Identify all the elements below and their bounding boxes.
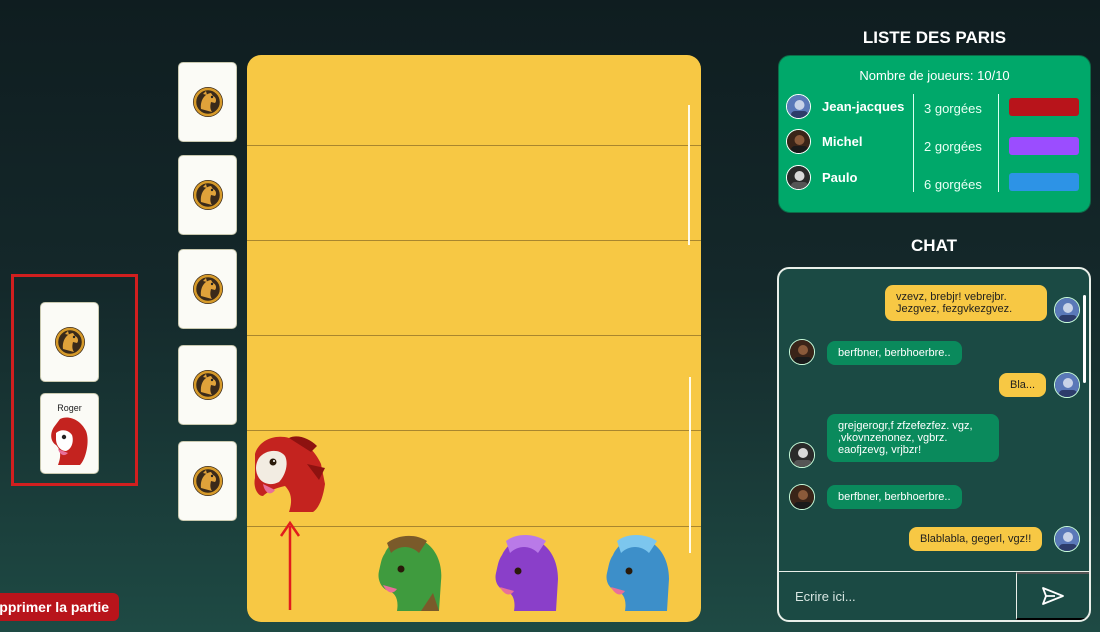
horse-emblem-icon <box>53 325 86 359</box>
players-count: Nombre de joueurs: 10/10 <box>859 68 1010 83</box>
bets-panel: Nombre de joueurs: 10/10 Jean-jacques 3 … <box>778 55 1091 213</box>
bet-row: Michel 2 gorgées <box>779 129 1092 157</box>
chat-message-other: berfbner, berbhoerbre.. <box>827 485 962 509</box>
lane-divider <box>247 240 701 241</box>
horse-emblem-icon <box>191 272 224 306</box>
deck-card-roger[interactable]: Roger <box>40 393 99 474</box>
red-horse-icon <box>50 417 88 465</box>
lane-card-5[interactable] <box>178 441 237 521</box>
lane-card-1[interactable] <box>178 62 237 142</box>
chat-message-mine: Blablabla, gegerl, vgz!! <box>909 527 1043 551</box>
message-line: ,vkovnzenonez, vgbrz. <box>838 432 948 444</box>
avatar <box>1054 372 1080 398</box>
chat-input[interactable] <box>779 572 1016 620</box>
track-marker <box>688 105 690 245</box>
chat-message-other: grejgerogr,f zfzefezfez. vgz, ,vkovnzeno… <box>827 414 999 462</box>
lane-divider <box>247 335 701 336</box>
horse-emblem-icon <box>191 464 224 498</box>
green-horse-token[interactable] <box>375 533 451 613</box>
lane-divider <box>247 145 701 146</box>
message-line: Jezgvez, fezgvkezgvez. <box>896 303 1013 315</box>
deck-card-back[interactable] <box>40 302 99 382</box>
lane-divider <box>247 526 701 527</box>
horse-emblem-icon <box>191 85 224 119</box>
lane-divider <box>247 430 701 431</box>
arrow-up-icon <box>279 520 301 610</box>
bet-sips: 3 gorgées <box>924 101 982 116</box>
lane-card-3[interactable] <box>178 249 237 329</box>
bet-color-swatch <box>1009 98 1079 116</box>
purple-horse-token[interactable] <box>492 533 568 613</box>
avatar <box>789 442 815 468</box>
chat-input-row <box>779 571 1089 620</box>
delete-game-button[interactable]: pprimer la partie <box>0 593 119 621</box>
horse-emblem-icon <box>191 368 224 402</box>
horse-emblem-icon <box>191 178 224 212</box>
bet-row: Jean-jacques 3 gorgées <box>779 94 1092 122</box>
chat-title: CHAT <box>911 236 957 255</box>
track-marker <box>689 377 691 553</box>
avatar <box>1054 297 1080 323</box>
lane-card-4[interactable] <box>178 345 237 425</box>
avatar <box>786 94 811 119</box>
avatar <box>786 165 811 190</box>
chat-panel: vzevz, brebjr! vebrejbr. Jezgvez, fezgvk… <box>777 267 1091 622</box>
bet-sips: 2 gorgées <box>924 139 982 154</box>
send-button[interactable] <box>1016 572 1089 620</box>
blue-horse-token[interactable] <box>603 533 679 613</box>
bet-player-name: Michel <box>822 134 863 149</box>
bet-sips: 6 gorgées <box>924 177 982 192</box>
message-line: eaofjzevg, vrjbzr! <box>838 444 922 456</box>
lane-card-2[interactable] <box>178 155 237 235</box>
bet-row: Paulo 6 gorgées <box>779 165 1092 193</box>
chat-scrollbar[interactable] <box>1083 295 1086 383</box>
card-name: Roger <box>57 403 82 413</box>
avatar <box>789 484 815 510</box>
message-line: vzevz, brebjr! vebrejbr. <box>896 291 1007 303</box>
red-horse-token[interactable] <box>249 434 331 514</box>
bets-title: LISTE DES PARIS <box>862 28 1007 47</box>
bet-color-swatch <box>1009 137 1079 155</box>
bet-color-swatch <box>1009 173 1079 191</box>
chat-message-mine: Bla... <box>999 373 1047 397</box>
bet-player-name: Paulo <box>822 170 858 185</box>
chat-message-other: berfbner, berbhoerbre.. <box>827 341 962 365</box>
avatar <box>786 129 811 154</box>
bet-player-name: Jean-jacques <box>822 99 905 114</box>
send-icon <box>1042 587 1064 605</box>
chat-message-mine: vzevz, brebjr! vebrejbr. Jezgvez, fezgvk… <box>885 285 1047 321</box>
message-line: grejgerogr,f zfzefezfez. vgz, <box>838 420 973 432</box>
avatar <box>789 339 815 365</box>
avatar <box>1054 526 1080 552</box>
race-board <box>247 55 701 622</box>
